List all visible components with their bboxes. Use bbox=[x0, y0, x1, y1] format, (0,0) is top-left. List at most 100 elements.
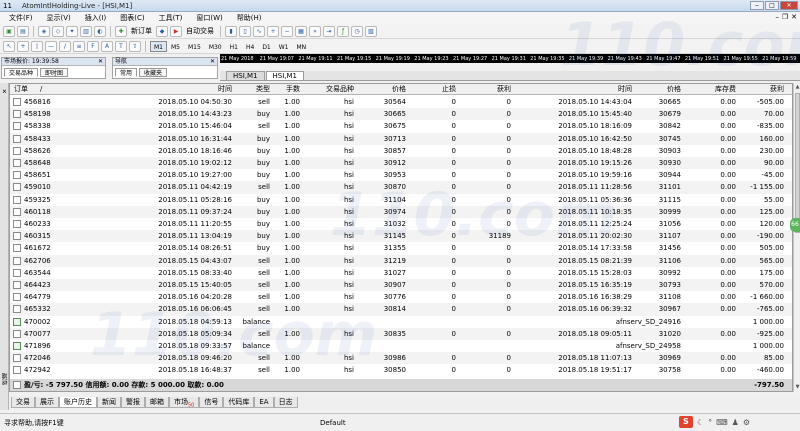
new-chart-icon[interactable]: ▣ bbox=[3, 25, 15, 37]
terminal-tab[interactable]: 邮箱 bbox=[145, 396, 169, 408]
timeframe-mn[interactable]: MN bbox=[293, 41, 311, 52]
scroll-up-icon[interactable]: ▲ bbox=[795, 84, 800, 90]
terminal-close-icon[interactable]: ✕ bbox=[1, 87, 8, 94]
column-header-profit[interactable]: 获利 bbox=[736, 84, 784, 95]
ime-user-icon[interactable]: ♟ bbox=[732, 418, 739, 427]
menu-item[interactable]: 帮助(H) bbox=[230, 13, 269, 23]
zoom-out-icon[interactable]: − bbox=[281, 25, 293, 37]
horizontal-line-icon[interactable]: — bbox=[45, 40, 57, 52]
chart-shift-icon[interactable]: ⇥ bbox=[323, 25, 335, 37]
column-header-swap[interactable]: 库存费 bbox=[681, 84, 736, 95]
table-row[interactable]: 458338 2018.05.10 15:46:04 sell 1.00 hsi 3067… bbox=[10, 120, 792, 132]
cursor-icon[interactable]: ↖ bbox=[3, 40, 15, 52]
menu-item[interactable]: 插入(I) bbox=[78, 13, 114, 23]
table-row[interactable]: 456816 2018.05.10 04:50:30 sell 1.00 hsi 3056… bbox=[10, 96, 792, 108]
menu-item[interactable]: 工具(T) bbox=[152, 13, 190, 23]
ime-moon-icon[interactable]: ☾ bbox=[697, 418, 704, 427]
table-row[interactable]: 465332 2018.05.16 06:06:45 sell 1.00 hsi 3081… bbox=[10, 303, 792, 316]
metaeditor-icon[interactable]: ◆ bbox=[156, 25, 168, 37]
table-row[interactable]: 461672 2018.05.14 08:26:51 buy 1.00 hsi 31355… bbox=[10, 242, 792, 254]
ime-keyboard-icon[interactable]: ⌨ bbox=[716, 418, 728, 427]
navigator-tab[interactable]: 收藏夹 bbox=[139, 68, 168, 77]
terminal-tab[interactable]: 展示 bbox=[35, 396, 59, 408]
line-chart-icon[interactable]: ∿ bbox=[253, 25, 265, 37]
ime-settings-icon[interactable]: ⚙ bbox=[743, 418, 750, 427]
terminal-icon[interactable]: ▥ bbox=[80, 25, 92, 37]
table-row[interactable]: 458651 2018.05.10 19:27:00 buy 1.00 hsi 30953… bbox=[10, 169, 792, 181]
market-watch-close-icon[interactable]: ✕ bbox=[98, 58, 103, 65]
table-row[interactable]: 471896 2018.05.18 09:33:57 balance afnserv_… bbox=[10, 340, 792, 352]
label-icon[interactable]: T bbox=[115, 40, 127, 52]
candles-icon[interactable]: ▯ bbox=[239, 25, 251, 37]
new-order-button[interactable]: 新订单 bbox=[129, 26, 154, 36]
bar-chart-icon[interactable]: ▮ bbox=[225, 25, 237, 37]
column-header-type[interactable]: 类型 bbox=[232, 84, 270, 95]
mdi-close-icon[interactable]: ✕ bbox=[791, 13, 797, 21]
timeframe-d1[interactable]: D1 bbox=[258, 41, 274, 52]
equidistant-channel-icon[interactable]: ≡ bbox=[73, 40, 85, 52]
table-row[interactable]: 458198 2018.05.10 14:43:23 buy 1.00 hsi 30665… bbox=[10, 108, 792, 121]
vertical-scrollbar[interactable]: ▲ ▼ bbox=[793, 83, 800, 392]
column-header-close-price[interactable]: 价格 bbox=[632, 84, 681, 95]
terminal-tab[interactable]: 信号 bbox=[199, 396, 224, 408]
timeframe-m5[interactable]: M5 bbox=[167, 41, 184, 52]
autoscroll-icon[interactable]: » bbox=[309, 25, 321, 37]
scrollbar-thumb[interactable] bbox=[795, 93, 800, 233]
menu-item[interactable]: 显示(V) bbox=[40, 13, 78, 23]
table-row[interactable]: 460315 2018.05.11 13:04:19 buy 1.00 hsi 31145… bbox=[10, 230, 792, 243]
terminal-tab[interactable]: 代码库 bbox=[223, 396, 255, 408]
table-row[interactable]: 472942 2018.05.18 16:48:37 sell 1.00 hsi 3085… bbox=[10, 364, 792, 376]
column-header-lots[interactable]: 手数 bbox=[270, 84, 300, 95]
periods-icon[interactable]: ◷ bbox=[351, 25, 363, 37]
column-header-sl[interactable]: 止损 bbox=[406, 84, 456, 95]
column-header-tp[interactable]: 获利 bbox=[456, 84, 511, 95]
table-row[interactable]: 464779 2018.05.16 04:20:28 sell 1.00 hsi 3077… bbox=[10, 291, 792, 303]
mdi-restore-icon[interactable]: ❐ bbox=[782, 13, 788, 21]
sogou-ime-icon[interactable]: S bbox=[678, 416, 693, 428]
data-window-icon[interactable]: ◇ bbox=[52, 25, 64, 37]
table-row[interactable]: 458433 2018.05.10 16:31:44 buy 1.00 hsi 30713… bbox=[10, 132, 792, 145]
market-watch-tab[interactable]: 即时图 bbox=[40, 68, 69, 77]
table-row[interactable]: 460233 2018.05.11 11:20:55 buy 1.00 hsi 31032… bbox=[10, 218, 792, 230]
table-row[interactable]: 458626 2018.05.10 18:16:46 buy 1.00 hsi 30857… bbox=[10, 145, 792, 157]
zoom-in-icon[interactable]: + bbox=[267, 25, 279, 37]
table-row[interactable]: 470002 2018.05.18 04:59:13 balance afnserv_… bbox=[10, 316, 792, 328]
maximize-icon[interactable]: □ bbox=[765, 1, 779, 10]
timeframe-m1[interactable]: M1 bbox=[150, 40, 167, 52]
terminal-tab[interactable]: EA bbox=[254, 396, 274, 408]
templates-icon[interactable]: ▧ bbox=[365, 25, 377, 37]
auto-trading-button[interactable]: 自动交易 bbox=[184, 26, 216, 36]
trendline-icon[interactable]: / bbox=[59, 40, 71, 52]
column-header-symbol[interactable]: 交易品种 bbox=[300, 84, 354, 95]
market-watch-icon[interactable]: ◈ bbox=[38, 25, 50, 37]
menu-item[interactable]: 窗口(W) bbox=[189, 13, 229, 23]
scroll-down-icon[interactable]: ▼ bbox=[795, 384, 800, 390]
indicators-icon[interactable]: ƒ bbox=[337, 25, 349, 37]
navigator-tab[interactable]: 常用 bbox=[115, 68, 138, 77]
terminal-tab[interactable]: 账户历史 bbox=[59, 396, 97, 408]
table-row[interactable]: 472046 2018.05.18 09:46:20 sell 1.00 hsi 3098… bbox=[10, 352, 792, 365]
menu-item[interactable]: 文件(F) bbox=[2, 13, 40, 23]
timeframe-w1[interactable]: W1 bbox=[275, 41, 293, 52]
table-row[interactable]: 470077 2018.05.18 05:09:34 sell 1.00 hsi 3083… bbox=[10, 327, 792, 340]
new-order-icon[interactable]: ✚ bbox=[115, 25, 127, 37]
crosshair-icon[interactable]: + bbox=[17, 40, 29, 52]
navigator-icon[interactable]: ✦ bbox=[66, 25, 78, 37]
timeframe-h4[interactable]: H4 bbox=[242, 41, 258, 52]
tester-icon[interactable]: ◐ bbox=[94, 25, 106, 37]
chart-tab[interactable]: HSI,M1 bbox=[226, 71, 265, 80]
timeframe-m15[interactable]: M15 bbox=[184, 41, 205, 52]
table-row[interactable]: 462706 2018.05.15 04:43:07 sell 1.00 hsi 3121… bbox=[10, 254, 792, 267]
terminal-tab[interactable]: 市场50 bbox=[169, 396, 200, 408]
terminal-tab[interactable]: 警报 bbox=[121, 396, 145, 408]
table-row[interactable]: 459325 2018.05.11 05:28:16 buy 1.00 hsi 31104… bbox=[10, 194, 792, 206]
profiles-icon[interactable]: ▤ bbox=[17, 25, 29, 37]
column-header-time[interactable]: 时间 bbox=[72, 84, 232, 95]
table-row[interactable]: 464423 2018.05.15 15:40:05 sell 1.00 hsi 3090… bbox=[10, 279, 792, 292]
mdi-minimize-icon[interactable]: – bbox=[775, 13, 779, 21]
column-header-price[interactable]: 价格 bbox=[354, 84, 406, 95]
timeframe-m30[interactable]: M30 bbox=[205, 41, 226, 52]
menu-item[interactable]: 图表(C) bbox=[113, 13, 151, 23]
auto-trading-icon[interactable]: ▶ bbox=[170, 25, 182, 37]
table-row[interactable]: 463544 2018.05.15 08:33:40 sell 1.00 hsi 3102… bbox=[10, 267, 792, 279]
